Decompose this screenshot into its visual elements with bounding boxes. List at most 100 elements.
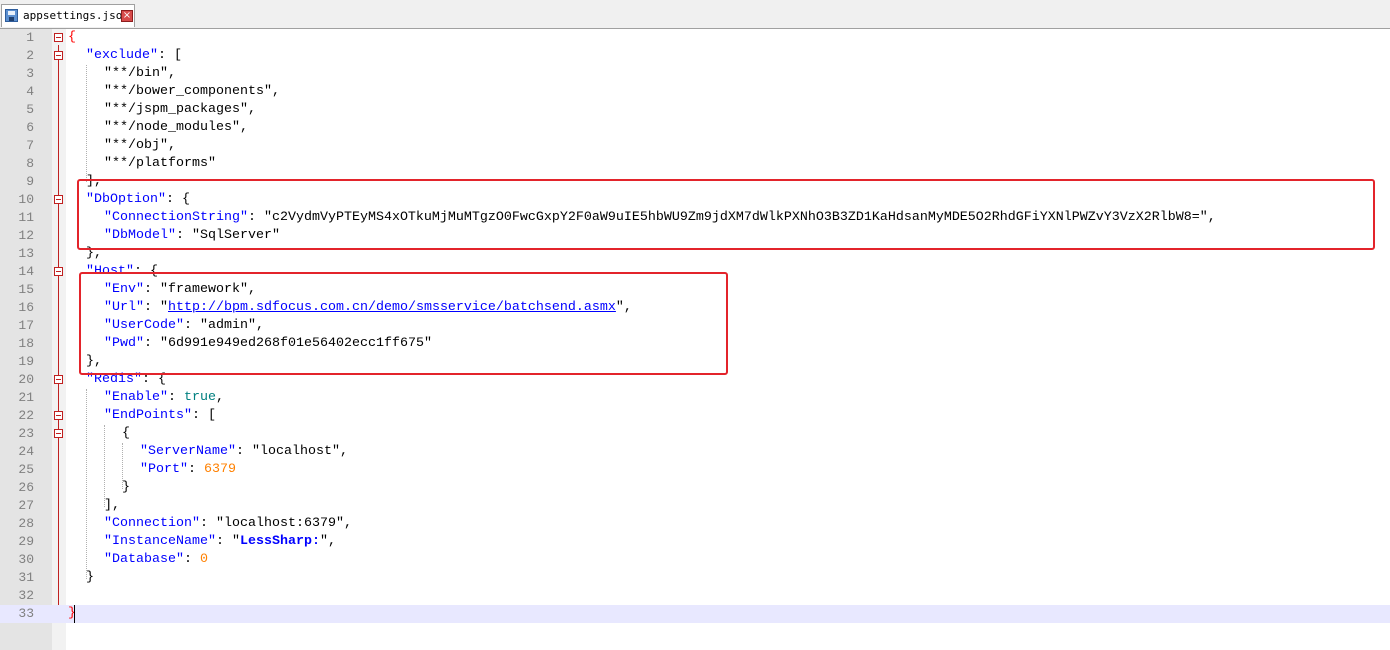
- fold-toggle-icon[interactable]: [54, 33, 63, 42]
- code-line: 2 "exclude": [: [0, 47, 1390, 65]
- json-punct: }: [122, 480, 130, 495]
- json-bool: true: [184, 390, 216, 405]
- line-number: 27: [18, 498, 34, 513]
- line-number: 7: [26, 138, 34, 153]
- json-number: 0: [199, 552, 208, 567]
- line-number: 5: [26, 102, 34, 117]
- json-punct: :: [188, 462, 204, 477]
- line-number: 19: [18, 354, 34, 369]
- json-string: "**/obj",: [104, 138, 176, 153]
- json-punct: :: [199, 516, 216, 531]
- line-number: 1: [26, 30, 34, 45]
- code-line: 28 "Connection": "localhost:6379",: [0, 515, 1390, 533]
- json-brace: {: [68, 30, 76, 45]
- line-number: 26: [18, 480, 34, 495]
- line-number: 9: [26, 174, 34, 189]
- code-line: 29 "InstanceName": "LessSharp:",: [0, 533, 1390, 551]
- code-line: 31 }: [0, 569, 1390, 587]
- json-punct: }: [86, 570, 94, 585]
- json-key: "Enable": [104, 390, 168, 405]
- json-string: "**/node_modules",: [104, 120, 248, 135]
- line-number: 24: [18, 444, 34, 459]
- json-key: "Connection": [104, 516, 200, 531]
- code-line: 8 "**/platforms": [0, 155, 1390, 173]
- code-line: 6 "**/node_modules",: [0, 119, 1390, 137]
- line-number: 10: [18, 192, 34, 207]
- line-number: 16: [18, 300, 34, 315]
- code-line: 32: [0, 587, 1390, 605]
- line-number: 28: [18, 516, 34, 531]
- json-number: 6379: [204, 462, 236, 477]
- code-line: 25 "Port": 6379: [0, 461, 1390, 479]
- json-punct: ,: [216, 390, 224, 405]
- highlight-box-host: [79, 272, 728, 375]
- line-number: 25: [18, 462, 34, 477]
- line-number: 4: [26, 84, 34, 99]
- json-key: "ServerName": [140, 444, 236, 459]
- tab-bar: appsettings.json ×: [0, 0, 1390, 29]
- line-number: 11: [18, 210, 34, 225]
- code-line: 21 "Enable": true,: [0, 389, 1390, 407]
- line-number: 32: [18, 588, 34, 603]
- line-number: 21: [18, 390, 34, 405]
- json-string-bold: LessSharp:: [239, 534, 320, 549]
- line-number: 20: [18, 372, 34, 387]
- code-line: 22 "EndPoints": [: [0, 407, 1390, 425]
- fold-toggle-icon[interactable]: [54, 195, 63, 204]
- code-line: 26 }: [0, 479, 1390, 497]
- fold-toggle-icon[interactable]: [54, 375, 63, 384]
- line-number: 23: [18, 426, 34, 441]
- code-line: 3 "**/bin",: [0, 65, 1390, 83]
- json-key: "Database": [104, 552, 184, 567]
- json-string: "**/bower_components",: [104, 84, 280, 99]
- fold-toggle-icon[interactable]: [54, 411, 63, 420]
- line-number: 12: [18, 228, 34, 243]
- json-punct: {: [122, 426, 130, 441]
- json-punct: : ": [215, 534, 240, 549]
- line-number: 6: [26, 120, 34, 135]
- json-punct: :: [235, 444, 252, 459]
- json-key: "exclude": [86, 48, 158, 63]
- line-number: 2: [26, 48, 34, 63]
- code-line: 7 "**/obj",: [0, 137, 1390, 155]
- file-tab[interactable]: appsettings.json ×: [1, 4, 135, 27]
- line-number: 14: [18, 264, 34, 279]
- text-caret: [74, 605, 75, 623]
- highlight-box-dboption: [77, 179, 1375, 250]
- fold-toggle-icon[interactable]: [54, 51, 63, 60]
- line-number: 29: [18, 534, 34, 549]
- code-line: 5 "**/jspm_packages",: [0, 101, 1390, 119]
- json-key: "Port": [140, 462, 188, 477]
- code-line: 1 {: [0, 29, 1390, 47]
- code-line-current: 33 }: [0, 605, 1390, 623]
- json-string: "**/platforms": [104, 156, 216, 171]
- code-line: 4 "**/bower_components",: [0, 83, 1390, 101]
- line-number: 18: [18, 336, 34, 351]
- code-line: 24 "ServerName": "localhost",: [0, 443, 1390, 461]
- json-punct: :: [168, 390, 184, 405]
- json-punct: ],: [104, 498, 120, 513]
- line-number: 13: [18, 246, 34, 261]
- tab-filename: appsettings.json: [23, 9, 129, 22]
- line-number: 33: [18, 606, 34, 621]
- line-number: 30: [18, 552, 34, 567]
- json-string: "localhost:6379",: [215, 516, 352, 531]
- json-punct: : [: [191, 408, 216, 423]
- line-number: 8: [26, 156, 34, 171]
- code-line: 27 ],: [0, 497, 1390, 515]
- json-string: "localhost",: [251, 444, 348, 459]
- json-punct: :: [183, 552, 200, 567]
- json-string: "**/bin",: [104, 66, 176, 81]
- json-punct: : [: [157, 48, 182, 63]
- code-line: 23 {: [0, 425, 1390, 443]
- fold-toggle-icon[interactable]: [54, 429, 63, 438]
- line-number: 3: [26, 66, 34, 81]
- fold-toggle-icon[interactable]: [54, 267, 63, 276]
- json-key: "InstanceName": [104, 534, 216, 549]
- json-key: "EndPoints": [104, 408, 192, 423]
- json-punct: ",: [319, 534, 336, 549]
- code-line: 30 "Database": 0: [0, 551, 1390, 569]
- save-file-icon: [5, 9, 18, 22]
- close-tab-icon[interactable]: ×: [121, 10, 133, 22]
- line-number: 17: [18, 318, 34, 333]
